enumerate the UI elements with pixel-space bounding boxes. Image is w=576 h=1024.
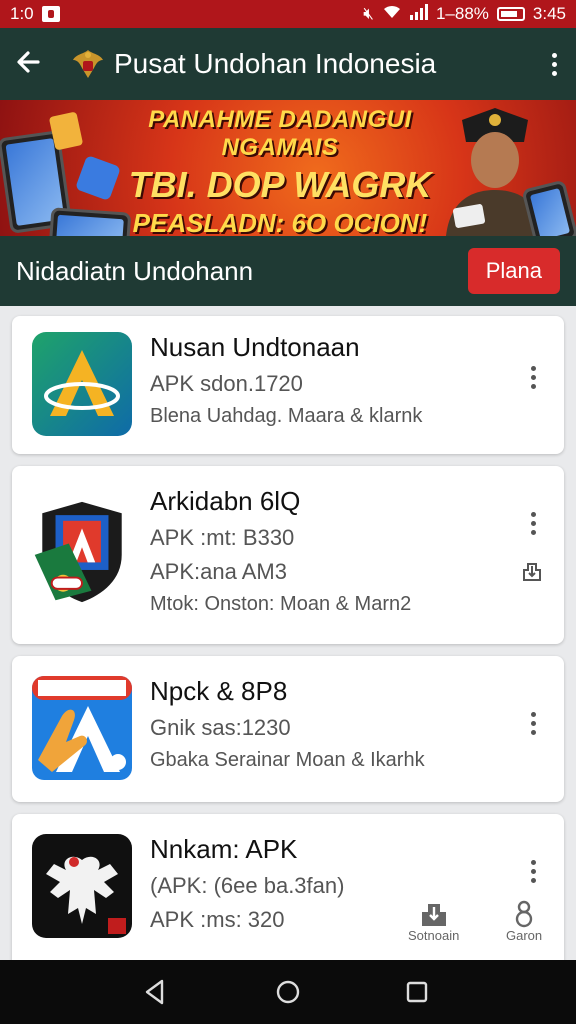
app-name: Nnkam: APK — [150, 834, 298, 864]
banner-headline: PANAHME DADANGUI NGAMAIS TBI. DOP WAGRK … — [100, 106, 460, 236]
garon-action[interactable]: Garon — [506, 900, 542, 943]
sotnoain-action[interactable]: Sotnoain — [408, 900, 459, 943]
app-description: Blena Uahdag. Maara & klarnk — [150, 405, 423, 427]
app-meta: APK :mt: B330 — [150, 525, 295, 550]
section-header: Nidadiatn Undohann Plana — [0, 236, 576, 306]
status-time: 1:0 — [10, 4, 34, 23]
signal-icon — [409, 3, 428, 25]
app-name: Arkidabn 6lQ — [150, 486, 301, 516]
list-item[interactable]: Npck & 8P8 Gnik sas:1230 Gbaka Serainar … — [12, 656, 564, 802]
app-list: Nusan Undtonaan APK sdon.1720 Blena Uahd… — [0, 306, 576, 960]
person-icon — [515, 900, 533, 928]
section-title: Nidadiatn Undohann — [16, 255, 254, 286]
app-title: Pusat Undohan Indonesia — [114, 48, 437, 79]
nav-back-icon[interactable] — [142, 978, 168, 1006]
banner-line-3: PEASLADN: 6O OCION! — [132, 208, 428, 236]
battery-percent: 1–88% — [435, 4, 489, 23]
coin-icon — [48, 111, 84, 151]
app-name: Npck & 8P8 — [150, 676, 288, 706]
sotnoain-label: Sotnoain — [408, 928, 460, 943]
app-info-2: Arkidabn 6lQ APK :mt: B330 APK:ana AM3 M… — [150, 486, 504, 616]
app-meta: Gnik sas:1230 — [150, 715, 291, 740]
app-icon-3 — [32, 676, 132, 780]
app-icon-2 — [34, 501, 122, 603]
garon-label: Garon — [506, 928, 543, 943]
mute-icon: 🔇︎ — [363, 4, 374, 23]
download-icon — [421, 904, 446, 926]
app-name: Nusan Undtonaan — [150, 332, 360, 362]
back-arrow-icon[interactable] — [14, 48, 48, 81]
app-meta: APK sdon.1720 — [150, 371, 303, 396]
app-menu-icon[interactable] — [528, 860, 538, 883]
plana-button[interactable]: Plana — [467, 248, 560, 294]
app-info-1: Nusan Undtonaan APK sdon.1720 Blena Uahd… — [150, 332, 504, 428]
nav-home-icon[interactable] — [274, 978, 302, 1006]
more-options-icon[interactable] — [546, 52, 562, 76]
banner-line-1: PANAHME DADANGUI NGAMAIS — [148, 106, 412, 161]
app-menu-icon[interactable] — [528, 712, 538, 735]
install-icon[interactable] — [520, 558, 544, 587]
app-bar: Pusat Undohan Indonesia — [0, 28, 576, 100]
promo-banner[interactable]: PANAHME DADANGUI NGAMAIS TBI. DOP WAGRK … — [0, 100, 576, 236]
app-info-3: Npck & 8P8 Gnik sas:1230 Gbaka Serainar … — [150, 676, 504, 772]
banner-line-2: TBI. DOP WAGRK — [128, 164, 432, 205]
garuda-emblem-icon — [70, 46, 106, 82]
app-description: Gbaka Serainar Moan & Ikarhk — [150, 749, 425, 771]
system-navigation-bar — [0, 960, 576, 1024]
status-clock: 3:45 — [532, 4, 566, 23]
list-item[interactable]: Arkidabn 6lQ APK :mt: B330 APK:ana AM3 M… — [12, 466, 564, 644]
battery-icon — [496, 7, 525, 21]
notification-icon — [41, 6, 60, 22]
app-meta-2: APK:ana AM3 — [150, 559, 287, 584]
app-meta: (APK: (6ee ba.3fan) — [150, 873, 345, 898]
app-description: Mtok: Onston: Moan & Marn2 — [150, 593, 412, 615]
nav-recents-icon[interactable] — [404, 979, 430, 1005]
wifi-icon — [382, 4, 402, 25]
app-menu-icon[interactable] — [528, 366, 538, 389]
status-bar: 1:0 🔇︎ 1–88% 3:45 — [0, 0, 576, 28]
list-item[interactable]: Nnkam: APK (APK: (6ee ba.3fan) APK :ms: … — [12, 814, 564, 960]
app-icon-1 — [32, 332, 132, 436]
app-icon-4 — [32, 834, 132, 938]
list-item[interactable]: Nusan Undtonaan APK sdon.1720 Blena Uahd… — [12, 316, 564, 454]
app-menu-icon[interactable] — [528, 512, 538, 535]
